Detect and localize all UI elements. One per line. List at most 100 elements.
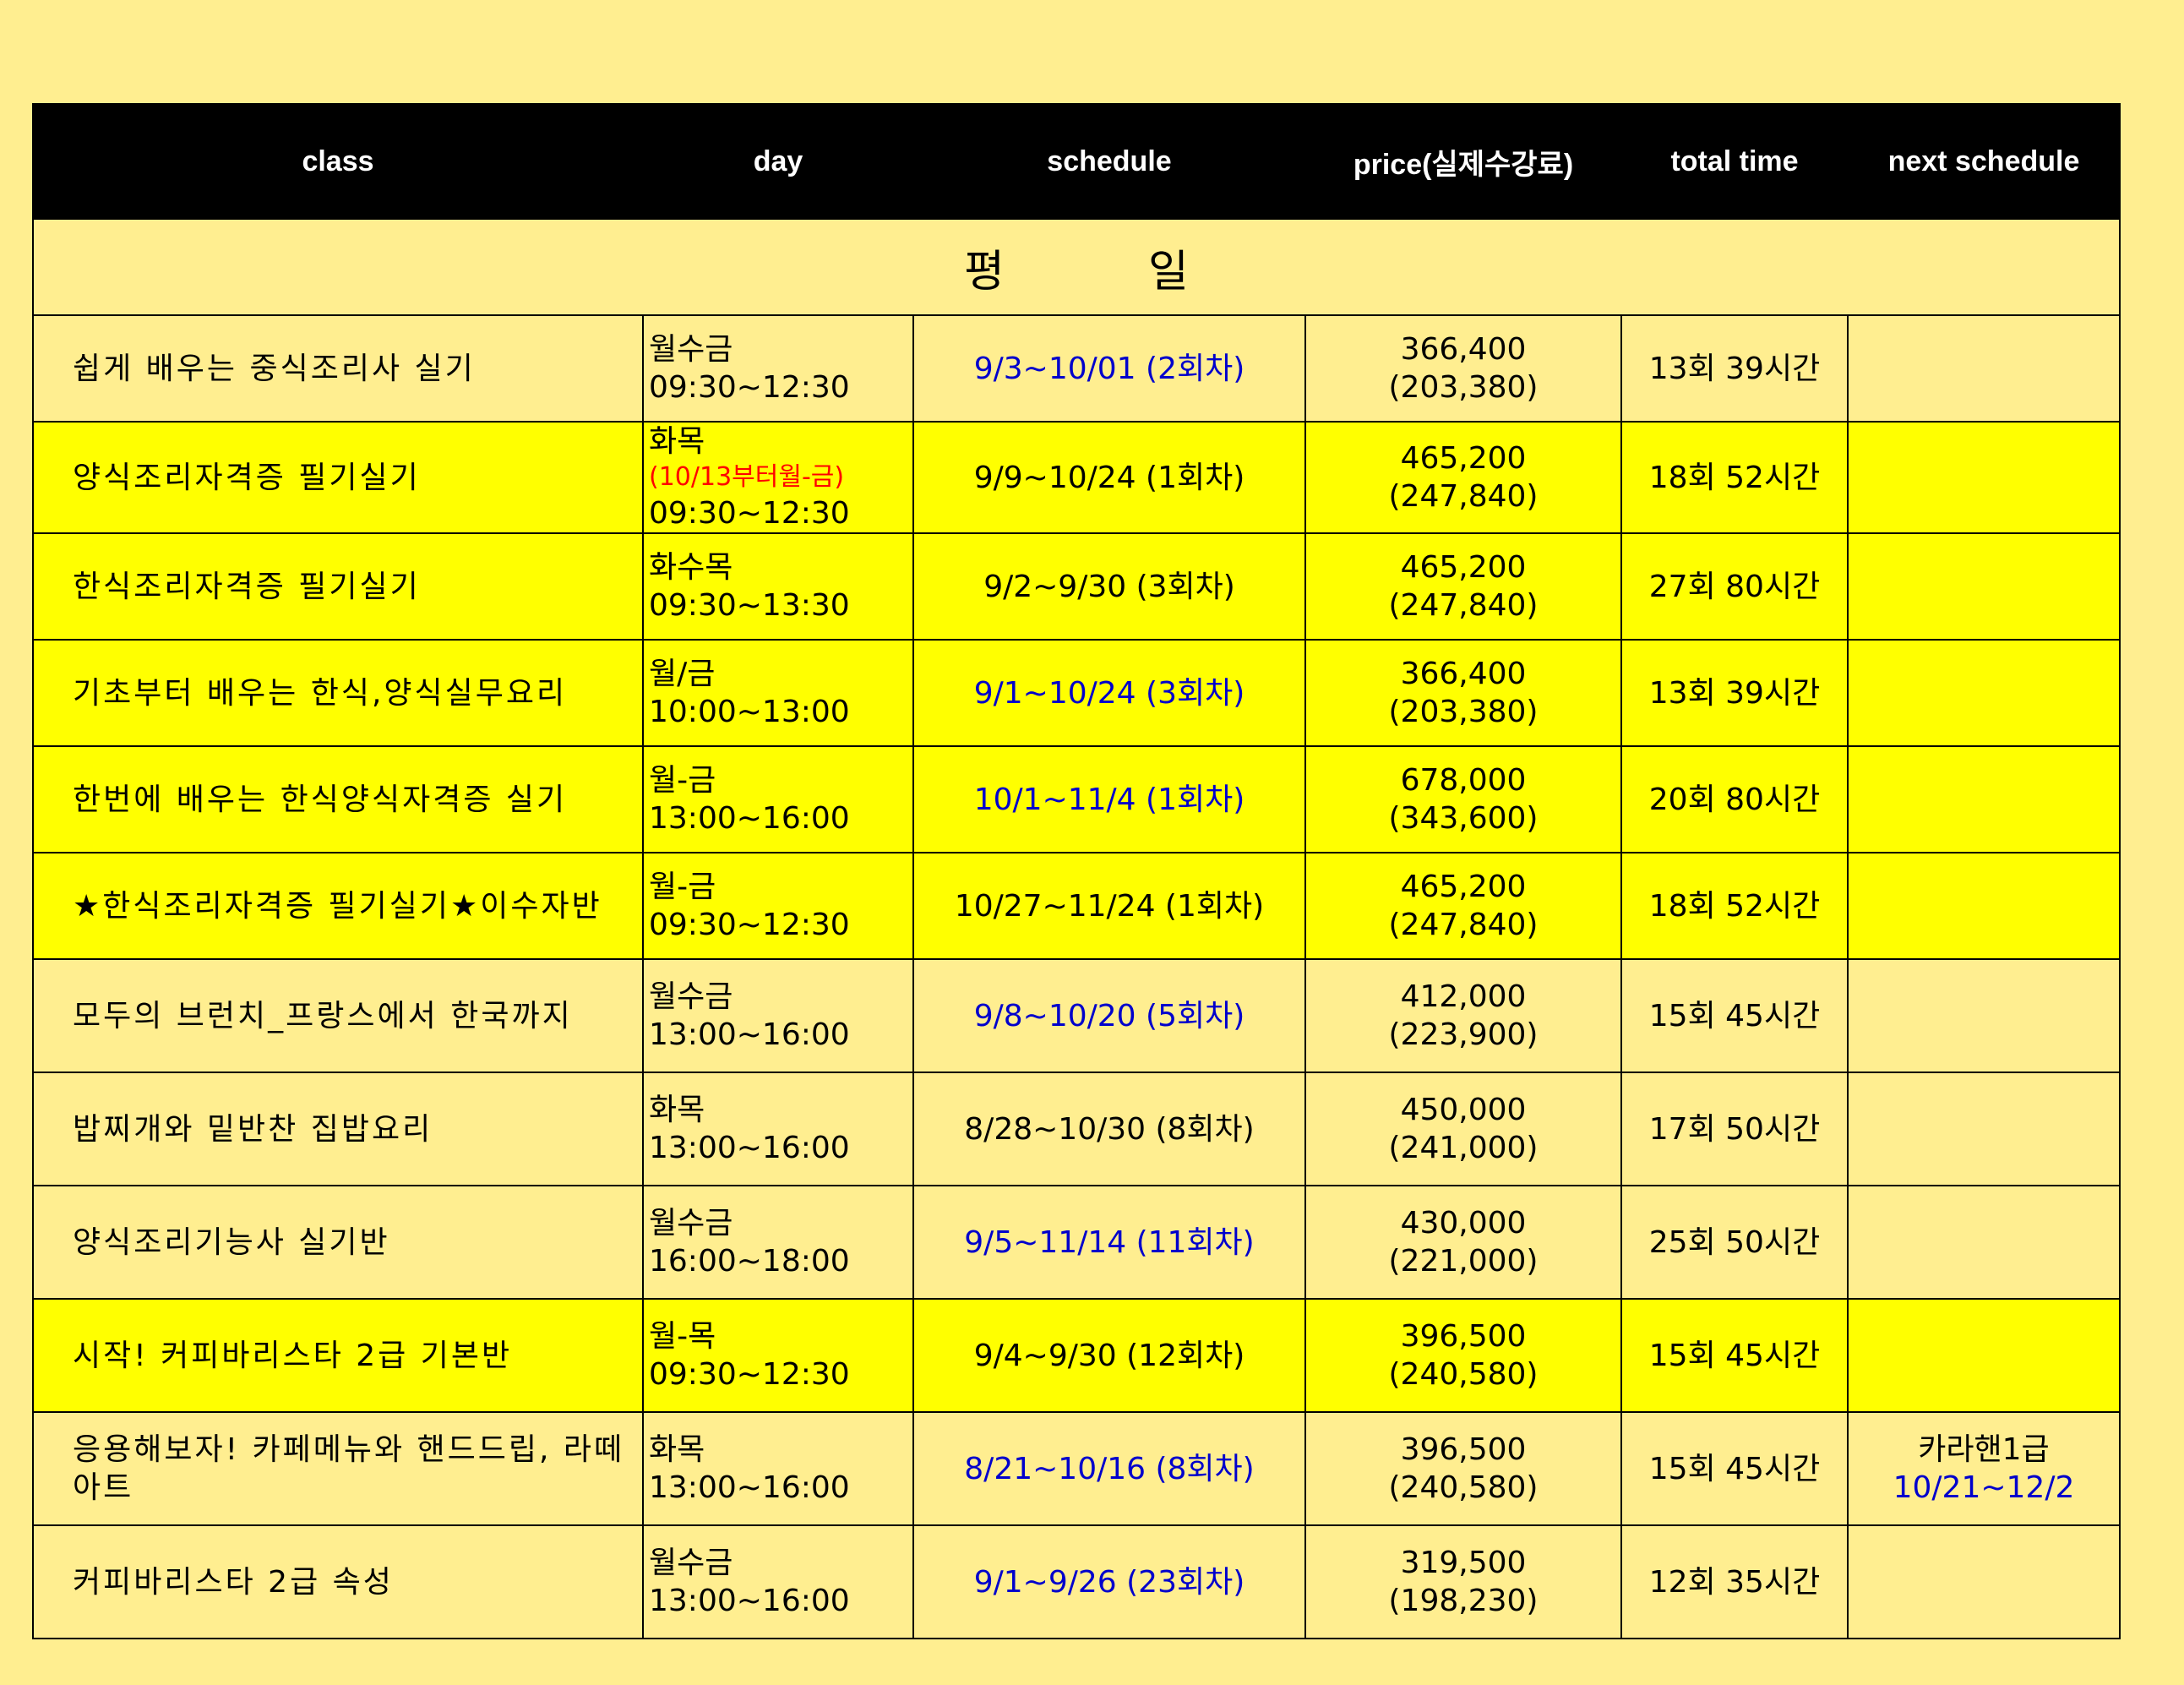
day-time: 16:00~18:00	[649, 1244, 850, 1279]
price-cell: 396,500 (240,580)	[1304, 1298, 1622, 1413]
price-cell: 465,200 (247,840)	[1304, 532, 1622, 641]
price-regular: 396,500	[1400, 1319, 1527, 1354]
day-cell: 월수금 09:30~12:30	[642, 314, 914, 423]
day-days: 월수금	[649, 1206, 733, 1241]
price-actual: (241,000)	[1388, 1131, 1539, 1165]
day-days: 화목	[649, 424, 705, 459]
price-actual: (221,000)	[1388, 1244, 1539, 1279]
price-actual: (247,840)	[1388, 479, 1539, 514]
day-time: 09:30~12:30	[649, 496, 850, 531]
day-time: 09:30~13:30	[649, 588, 850, 623]
price-regular: 366,400	[1400, 332, 1527, 367]
price-cell: 678,000 (343,600)	[1304, 745, 1622, 853]
schedule-cell: 9/4~9/30 (12회차)	[912, 1298, 1306, 1413]
price-cell: 396,500 (240,580)	[1304, 1411, 1622, 1526]
price-actual: (343,600)	[1388, 801, 1539, 836]
total-time-cell: 18회 52시간	[1620, 421, 1849, 534]
next-schedule-cell	[1847, 314, 2121, 423]
day-time: 13:00~16:00	[649, 801, 850, 836]
next-schedule-cell	[1847, 1524, 2121, 1639]
price-actual: (203,380)	[1388, 695, 1539, 729]
price-cell: 366,400 (203,380)	[1304, 639, 1622, 747]
table-row: 양식조리기능사 실기반 월수금 16:00~18:00 9/5~11/14 (11회차…	[32, 1185, 2121, 1300]
price-regular: 465,200	[1400, 550, 1527, 585]
total-time-cell: 12회 35시간	[1620, 1524, 1849, 1639]
price-regular: 430,000	[1400, 1206, 1527, 1241]
total-time-cell: 15회 45시간	[1620, 1411, 1849, 1526]
header-total-time: total time	[1620, 103, 1849, 220]
table-row: ★한식조리자격증 필기실기★이수자반 월-금 09:30~12:30 10/27~11…	[32, 852, 2121, 960]
day-time: 13:00~16:00	[649, 1584, 850, 1618]
day-days: 화목	[649, 1093, 705, 1127]
price-actual: (240,580)	[1388, 1470, 1539, 1505]
day-days: 화수목	[649, 550, 733, 585]
schedule-sheet: class day schedule price(실제수강료) total ti…	[32, 103, 2121, 1639]
total-time-cell: 20회 80시간	[1620, 745, 1849, 853]
day-cell: 화목 (10/13부터월-금) 09:30~12:30	[642, 421, 914, 534]
table-row: 한번에 배우는 한식양식자격증 실기 월-금 13:00~16:00 10/1~11/…	[32, 745, 2121, 853]
schedule-cell: 9/1~10/24 (3회차)	[912, 639, 1306, 747]
next-schedule-cell	[1847, 421, 2121, 534]
class-name-cell: 응용해보자! 카페메뉴와 핸드드립, 라떼아트	[32, 1411, 644, 1526]
class-name-cell: 쉽게 배우는 중식조리사 실기	[32, 314, 644, 423]
price-regular: 412,000	[1400, 979, 1527, 1014]
table-row: 응용해보자! 카페메뉴와 핸드드립, 라떼아트 화목 13:00~16:00 8/21…	[32, 1411, 2121, 1526]
class-schedule-table: class day schedule price(실제수강료) total ti…	[32, 103, 2121, 1639]
day-days: 월/금	[649, 657, 716, 691]
total-time-cell: 15회 45시간	[1620, 1298, 1849, 1413]
price-cell: 465,200 (247,840)	[1304, 421, 1622, 534]
price-actual: (247,840)	[1388, 588, 1539, 623]
price-cell: 465,200 (247,840)	[1304, 852, 1622, 960]
price-regular: 319,500	[1400, 1546, 1527, 1580]
day-days: 월-금	[649, 870, 716, 904]
price-actual: (223,900)	[1388, 1017, 1539, 1052]
schedule-cell: 8/21~10/16 (8회차)	[912, 1411, 1306, 1526]
header-day: day	[642, 103, 914, 220]
price-actual: (247,840)	[1388, 908, 1539, 942]
price-cell: 412,000 (223,900)	[1304, 958, 1622, 1073]
day-time: 13:00~16:00	[649, 1017, 850, 1052]
class-name-cell: 모두의 브런치_프랑스에서 한국까지	[32, 958, 644, 1073]
schedule-cell: 8/28~10/30 (8회차)	[912, 1072, 1306, 1186]
class-name-cell: 기초부터 배우는 한식,양식실무요리	[32, 639, 644, 747]
class-name-cell: 한식조리자격증 필기실기	[32, 532, 644, 641]
table-row: 밥찌개와 밑반찬 집밥요리 화목 13:00~16:00 8/28~10/30 (8회…	[32, 1072, 2121, 1186]
price-regular: 396,500	[1400, 1432, 1527, 1467]
price-cell: 319,500 (198,230)	[1304, 1524, 1622, 1639]
class-name-cell: 밥찌개와 밑반찬 집밥요리	[32, 1072, 644, 1186]
table-row: 모두의 브런치_프랑스에서 한국까지 월수금 13:00~16:00 9/8~10/2…	[32, 958, 2121, 1073]
schedule-cell: 9/9~10/24 (1회차)	[912, 421, 1306, 534]
header-price: price(실제수강료)	[1304, 103, 1622, 220]
schedule-cell: 9/8~10/20 (5회차)	[912, 958, 1306, 1073]
next-schedule-cell	[1847, 1298, 2121, 1413]
next-schedule-cell: 카라핸1급 10/21~12/2	[1847, 1411, 2121, 1526]
schedule-cell: 9/1~9/26 (23회차)	[912, 1524, 1306, 1639]
table-row: 커피바리스타 2급 속성 월수금 13:00~16:00 9/1~9/26 (23회차…	[32, 1524, 2121, 1639]
day-cell: 월수금 13:00~16:00	[642, 1524, 914, 1639]
next-schedule-dates: 10/21~12/2	[1893, 1470, 2075, 1505]
total-time-cell: 17회 50시간	[1620, 1072, 1849, 1186]
day-time: 09:30~12:30	[649, 370, 850, 405]
next-schedule-cell	[1847, 1185, 2121, 1300]
total-time-cell: 13회 39시간	[1620, 639, 1849, 747]
day-note: (10/13부터월-금)	[649, 462, 845, 492]
total-time-cell: 15회 45시간	[1620, 958, 1849, 1073]
schedule-cell: 9/2~9/30 (3회차)	[912, 532, 1306, 641]
next-schedule-cell	[1847, 852, 2121, 960]
price-actual: (240,580)	[1388, 1357, 1539, 1392]
day-time: 09:30~12:30	[649, 1357, 850, 1392]
day-cell: 월/금 10:00~13:00	[642, 639, 914, 747]
price-cell: 366,400 (203,380)	[1304, 314, 1622, 423]
schedule-cell: 9/5~11/14 (11회차)	[912, 1185, 1306, 1300]
price-regular: 450,000	[1400, 1093, 1527, 1127]
day-cell: 화목 13:00~16:00	[642, 1072, 914, 1186]
total-time-cell: 25회 50시간	[1620, 1185, 1849, 1300]
table-row: 한식조리자격증 필기실기 화수목 09:30~13:30 9/2~9/30 (3회차)…	[32, 532, 2121, 641]
total-time-cell: 18회 52시간	[1620, 852, 1849, 960]
section-title: 평일	[32, 218, 2121, 316]
schedule-cell: 9/3~10/01 (2회차)	[912, 314, 1306, 423]
next-schedule-cell	[1847, 958, 2121, 1073]
day-cell: 월-금 13:00~16:00	[642, 745, 914, 853]
section-title-right: 일	[1148, 246, 1189, 297]
day-time: 09:30~12:30	[649, 908, 850, 942]
